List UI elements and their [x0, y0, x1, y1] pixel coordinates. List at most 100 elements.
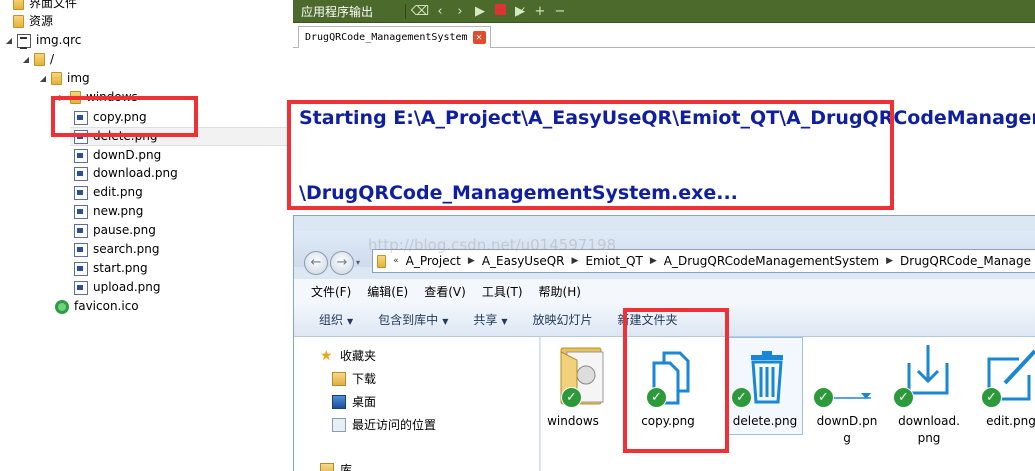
image-file-icon — [74, 223, 88, 238]
file-item-delete[interactable]: ✓ delete.png — [725, 337, 805, 471]
file-item-downd[interactable]: ✓ downD.pn g — [807, 337, 887, 471]
output-line-2: \DrugQRCode_ManagementSystem.exe... — [299, 182, 738, 204]
menu-file[interactable]: 文件(F) — [294, 283, 359, 300]
tree-item-label: / — [50, 52, 55, 66]
folder-icon — [51, 72, 62, 85]
app-output-body: Starting E:\A_Project\A_EasyUseQR\Emiot_… — [293, 48, 1035, 218]
command-bar: 组织 ▼ 包含到库中 ▼ 共享 ▼ 放映幻灯片 新建文件夹 — [294, 303, 1035, 337]
breadcrumb-item[interactable]: A_DrugQRCodeManagementSystem — [660, 254, 883, 268]
breadcrumb-overflow[interactable]: « — [390, 256, 402, 266]
nav-downloads[interactable]: 下载 — [332, 370, 376, 387]
breadcrumb-chevron-icon[interactable]: ▶ — [569, 256, 582, 266]
file-item-download[interactable]: ✓ download. png — [889, 337, 969, 471]
screenshot-root: 界面文件 资源 ◢ img.qrc ◢ / ◢ img ▷ windows co… — [0, 0, 1035, 471]
nav-favorites[interactable]: ★ 收藏夹 — [320, 347, 376, 364]
tree-item-start-png[interactable]: start.png — [74, 259, 148, 278]
file-name: edit.png — [986, 414, 1035, 428]
breadcrumb-item[interactable]: A_EasyUseQR — [478, 254, 569, 268]
tree-item-resources[interactable]: 资源 — [0, 12, 53, 31]
tree-item-search-png[interactable]: search.png — [74, 240, 160, 259]
nav-label: 收藏夹 — [340, 349, 377, 363]
share-button[interactable]: 共享 ▼ — [461, 311, 520, 328]
folder-icon — [13, 0, 24, 10]
stop-icon[interactable] — [490, 3, 510, 19]
breadcrumb-item[interactable]: Emiot_QT — [581, 254, 646, 268]
image-file-icon — [74, 204, 88, 219]
app-output-tab[interactable]: DrugQRCode_ManagementSystem ✕ — [298, 26, 491, 48]
tree-item-upload-png[interactable]: upload.png — [74, 278, 161, 297]
menu-tools[interactable]: 工具(T) — [474, 283, 531, 300]
menu-edit[interactable]: 编辑(E) — [359, 283, 416, 300]
file-item-edit[interactable]: ✓ edit.png — [971, 337, 1035, 471]
tree-item-label: img — [67, 71, 90, 85]
menu-view[interactable]: 查看(V) — [416, 283, 474, 300]
slideshow-button[interactable]: 放映幻灯片 — [521, 311, 606, 328]
folder-icon — [377, 254, 387, 268]
forward-button[interactable]: → — [330, 251, 354, 275]
tree-item-download-png[interactable]: download.png — [74, 164, 178, 183]
clean-output-icon[interactable]: ⌫ — [410, 4, 430, 19]
breadcrumb-chevron-icon[interactable]: ▶ — [465, 256, 478, 266]
breadcrumb-item[interactable]: DrugQRCode_Manage — [896, 254, 1035, 268]
expand-arrow-icon[interactable]: ◢ — [38, 69, 48, 88]
breadcrumb-item[interactable]: A_Project — [402, 254, 465, 268]
collapse-arrow-icon[interactable]: ▷ — [57, 88, 67, 107]
sync-check-icon: ✓ — [981, 387, 1002, 408]
chevron-down-icon: ▼ — [501, 317, 508, 326]
image-file-icon — [74, 166, 88, 181]
file-name: copy.png — [641, 414, 695, 428]
nav-libraries[interactable]: 库 — [320, 461, 352, 471]
nav-recent[interactable]: 最近访问的位置 — [332, 416, 436, 433]
next-icon[interactable]: › — [450, 4, 470, 19]
close-tab-icon[interactable]: ✕ — [472, 31, 486, 44]
app-output-tabbar: DrugQRCode_ManagementSystem ✕ — [293, 23, 1035, 48]
tree-item-favicon[interactable]: favicon.ico — [55, 297, 139, 316]
tree-item-label: pause.png — [93, 223, 156, 237]
breadcrumb-chevron-icon[interactable]: ▶ — [647, 256, 660, 266]
organize-label: 组织 — [319, 313, 344, 327]
tree-item-edit-png[interactable]: edit.png — [74, 183, 143, 202]
zoom-in-icon[interactable]: + — [530, 4, 550, 19]
tree-item-root-prefix[interactable]: ◢ / — [21, 50, 54, 69]
file-item-copy[interactable]: ✓ copy.png — [628, 337, 708, 471]
menu-bar: 文件(F) 编辑(E) 查看(V) 工具(T) 帮助(H) — [294, 279, 1035, 303]
file-name: download. png — [898, 414, 960, 445]
tree-item-windows[interactable]: ▷ windows — [57, 88, 138, 107]
tree-item-label: search.png — [93, 242, 160, 256]
folder-icon — [34, 53, 45, 66]
attach-debugger-icon[interactable]: ▶̷ — [510, 4, 530, 19]
recent-places-icon — [332, 417, 346, 432]
tree-item-new-png[interactable]: new.png — [74, 202, 143, 221]
tree-item-label: img.qrc — [36, 33, 82, 47]
chevron-down-icon: ▼ — [442, 317, 449, 326]
file-item-windows[interactable]: ✓ windows — [533, 337, 613, 471]
new-folder-button[interactable]: 新建文件夹 — [606, 311, 691, 328]
app-output-tab-label: DrugQRCode_ManagementSystem — [305, 32, 468, 43]
zoom-out-icon[interactable]: − — [550, 4, 570, 19]
tree-item-img-qrc[interactable]: ◢ img.qrc — [4, 31, 81, 50]
folder-icon — [13, 15, 24, 28]
image-file-icon — [74, 242, 88, 257]
include-in-library-button[interactable]: 包含到库中 ▼ — [366, 311, 461, 328]
tree-item-label: delete.png — [93, 129, 158, 143]
menu-help[interactable]: 帮助(H) — [531, 283, 589, 300]
tree-item-label: copy.png — [93, 110, 147, 124]
tree-item-pause-png[interactable]: pause.png — [74, 221, 156, 240]
back-button[interactable]: ← — [304, 251, 328, 275]
run-icon[interactable]: ▶ — [470, 4, 490, 19]
breadcrumb-chevron-icon[interactable]: ▶ — [883, 256, 896, 266]
tree-item-copy-png[interactable]: copy.png — [74, 108, 147, 127]
nav-desktop[interactable]: 桌面 — [332, 393, 376, 410]
tree-item-downd-png[interactable]: downD.png — [74, 146, 161, 165]
file-explorer-window: ← → ▾ « A_Project ▶ A_EasyUseQR ▶ Emiot_… — [293, 215, 1035, 471]
tree-item-delete-png[interactable]: delete.png — [74, 127, 157, 146]
navigation-pane: ★ 收藏夹 下载 桌面 最近访问的位置 库 — [294, 337, 540, 471]
history-dropdown-icon[interactable]: ▾ — [356, 256, 366, 270]
expand-arrow-icon[interactable]: ◢ — [21, 50, 31, 69]
expand-arrow-icon[interactable]: ◢ — [4, 31, 14, 50]
tree-item-img-folder[interactable]: ◢ img — [38, 69, 90, 88]
tree-item-label: download.png — [93, 166, 178, 180]
project-tree[interactable]: 界面文件 资源 ◢ img.qrc ◢ / ◢ img ▷ windows co… — [0, 0, 293, 471]
organize-button[interactable]: 组织 ▼ — [294, 311, 366, 328]
previous-icon[interactable]: ‹ — [430, 4, 450, 19]
